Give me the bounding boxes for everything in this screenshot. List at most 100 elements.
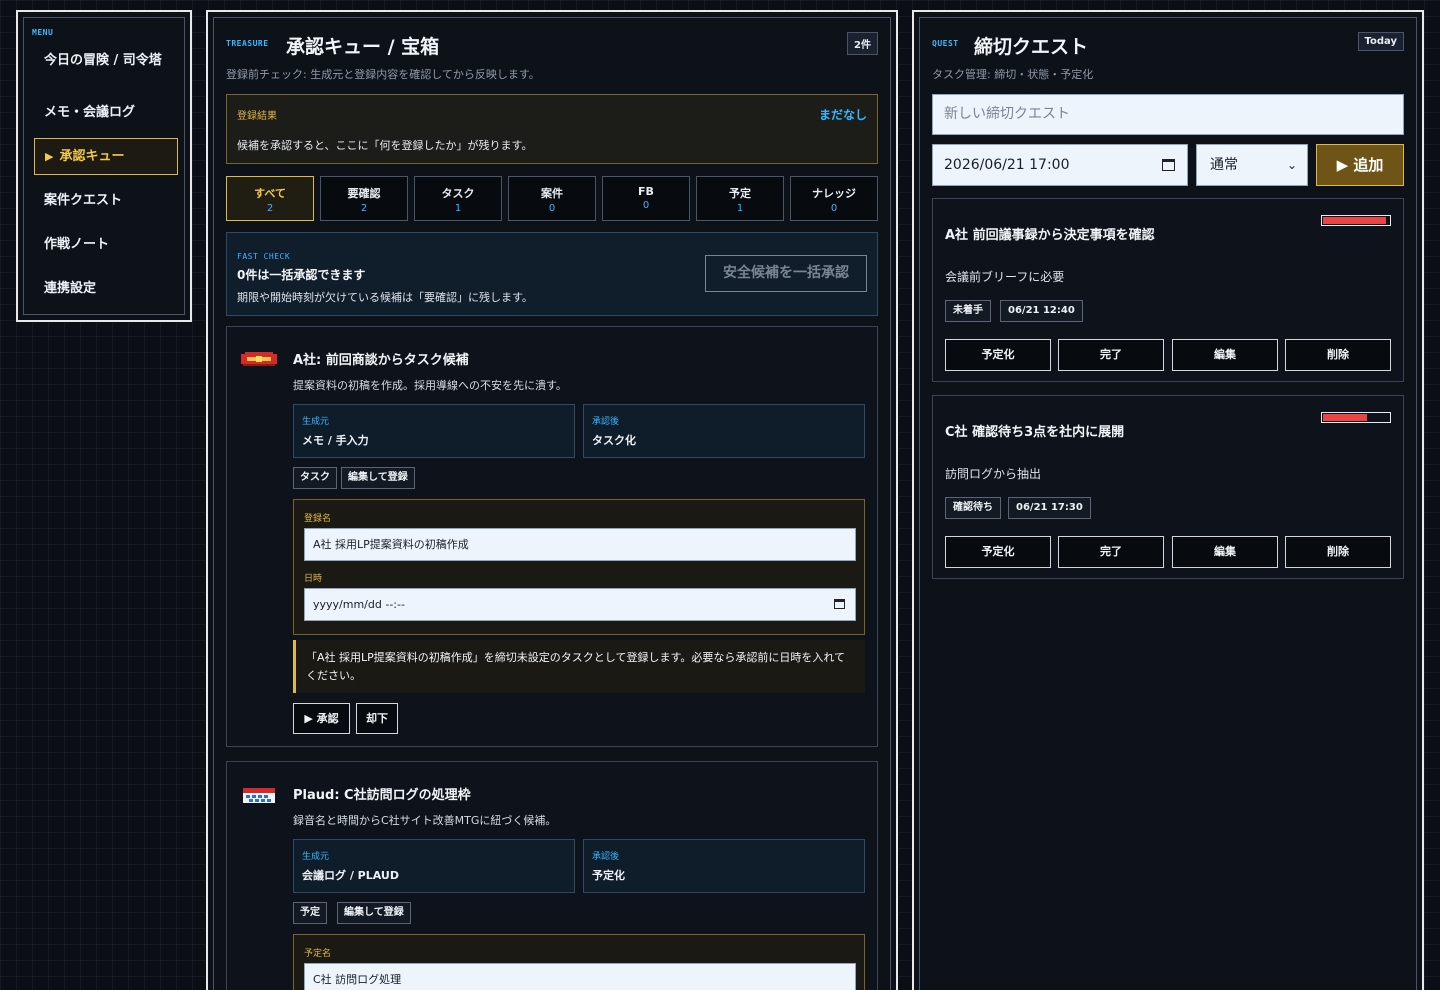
edit-register-chip[interactable]: 編集して登録: [341, 467, 415, 489]
sidebar-item-notes[interactable]: 作戦ノート: [34, 237, 178, 253]
delete-button[interactable]: 削除: [1285, 339, 1391, 371]
calendar-icon[interactable]: [1162, 159, 1175, 171]
urgency-fill: [1323, 414, 1368, 421]
card-title: A社: 前回商談からタスク候補: [293, 353, 469, 368]
tab-label: 予定: [729, 187, 751, 200]
sidebar-item-label: 承認キュー: [59, 148, 125, 164]
after-approval-box: 承認後 予定化: [583, 839, 865, 893]
delete-button[interactable]: 削除: [1285, 536, 1391, 568]
result-state: まだなし: [818, 108, 867, 122]
tab-task[interactable]: タスク 1: [414, 176, 502, 221]
priority-select[interactable]: 通常 ⌄: [1196, 144, 1308, 186]
tab-schedule[interactable]: 予定 1: [696, 176, 784, 221]
tab-project[interactable]: 案件 0: [508, 176, 596, 221]
due-badge: 06/21 12:40: [1000, 300, 1083, 322]
sidebar-item-memo[interactable]: メモ・会議ログ: [34, 105, 178, 121]
sidebar-item-projects[interactable]: 案件クエスト: [34, 193, 178, 209]
tab-label: 要確認: [347, 187, 381, 200]
edit-button[interactable]: 編集: [1172, 536, 1278, 568]
calendar-icon[interactable]: [834, 599, 845, 609]
sidebar-item-today[interactable]: 今日の冒険 / 司令塔: [34, 53, 178, 69]
chevron-down-icon: ⌄: [1286, 158, 1297, 172]
source-value: メモ / 手入力: [302, 434, 369, 447]
status-badge: 確認待ち: [945, 497, 1001, 519]
count-badge: 2件: [847, 32, 878, 55]
card-description: 録音名と時間からC社サイト改善MTGに紐づく候補。: [293, 814, 557, 827]
tab-count: 2: [266, 203, 274, 214]
complete-button[interactable]: 完了: [1058, 339, 1164, 371]
fast-check-description: 期限や開始時刻が欠けている候補は「要確認」に残します。: [237, 291, 533, 304]
due-badge: 06/21 17:30: [1008, 497, 1091, 519]
priority-value: 通常: [1210, 157, 1238, 173]
quest-card: A社 前回議事録から決定事項を確認 会議前ブリーフに必要 未着手 06/21 1…: [932, 198, 1404, 382]
name-label: 登録名: [304, 514, 332, 524]
register-note: 「A社 採用LP提案資料の初稿作成」を締切未設定のタスクとして登録します。必要な…: [293, 640, 865, 693]
menu-label: MENU: [32, 28, 54, 37]
tab-count: 2: [360, 203, 368, 214]
quest-card-title: A社 前回議事録から決定事項を確認: [945, 228, 1155, 243]
type-chip: タスク: [293, 467, 337, 489]
result-box: 登録結果 まだなし 候補を承認すると、ここに「何を登録したか」が残ります。: [226, 94, 878, 164]
tab-label: すべて: [254, 187, 286, 200]
datetime-input[interactable]: yyyy/mm/dd --:--: [304, 588, 856, 621]
tab-label: 案件: [541, 187, 563, 200]
fast-check-heading: 0件は一括承認できます: [237, 268, 366, 282]
urgency-bar: [1321, 412, 1391, 423]
after-label: 承認後: [592, 417, 620, 427]
tab-label: タスク: [441, 187, 475, 200]
register-name-input[interactable]: A社 採用LP提案資料の初稿作成: [304, 528, 856, 561]
calendar-chest-icon: [243, 788, 275, 803]
approve-button[interactable]: ▶ 承認: [293, 703, 350, 734]
fast-check-tag: FAST CHECK: [237, 252, 291, 261]
schedule-button[interactable]: 予定化: [945, 339, 1051, 371]
bulk-approve-button[interactable]: 安全候補を一括承認: [705, 255, 867, 292]
tab-count: 1: [736, 203, 744, 214]
quest-subtitle: タスク管理: 締切・状態・予定化: [932, 68, 1094, 81]
panel-subtitle: 登録前チェック: 生成元と登録内容を確認してから反映します。: [226, 68, 540, 81]
source-box: 生成元 会議ログ / PLAUD: [293, 839, 575, 893]
schedule-button[interactable]: 予定化: [945, 536, 1051, 568]
source-value: 会議ログ / PLAUD: [302, 869, 399, 882]
source-box: 生成元 メモ / 手入力: [293, 404, 575, 458]
urgency-bar: [1321, 215, 1391, 226]
tab-count: 1: [454, 203, 462, 214]
quest-title: 締切クエスト: [974, 36, 1089, 58]
edit-button[interactable]: 編集: [1172, 339, 1278, 371]
card-description: 提案資料の初稿を作成。採用導線への不安を先に潰す。: [293, 379, 567, 392]
tab-all[interactable]: すべて 2: [226, 176, 314, 221]
tab-fb[interactable]: FB 0: [602, 176, 690, 221]
quest-card-description: 会議前ブリーフに必要: [945, 270, 1065, 284]
add-quest-button[interactable]: ▶ 追加: [1316, 144, 1404, 186]
type-chip: 予定: [293, 902, 327, 924]
edit-box: 予定名 C社 訪問ログ処理: [293, 934, 865, 990]
sidebar-item-integrations[interactable]: 連携設定: [34, 281, 178, 297]
card-title: Plaud: C社訪問ログの処理枠: [293, 788, 471, 803]
candidate-card: A社: 前回商談からタスク候補 提案資料の初稿を作成。採用導線への不安を先に潰す…: [226, 326, 878, 747]
schedule-name-input[interactable]: C社 訪問ログ処理: [304, 963, 856, 990]
reject-button[interactable]: 却下: [356, 703, 398, 734]
panel-tag: QUEST: [932, 39, 959, 48]
new-quest-input[interactable]: 新しい締切クエスト: [932, 94, 1404, 135]
filter-tabs: すべて 2 要確認 2 タスク 1 案件 0 FB 0 予定 1 ナレッジ 0: [226, 176, 880, 222]
approval-queue-panel: TREASURE 承認キュー / 宝箱 2件 登録前チェック: 生成元と登録内容…: [206, 10, 898, 990]
sidebar-item-approval-queue[interactable]: ▶ 承認キュー: [34, 138, 178, 175]
tab-needs-review[interactable]: 要確認 2: [320, 176, 408, 221]
panel-tag: TREASURE: [226, 39, 269, 48]
treasure-chest-icon: [241, 352, 277, 366]
tab-knowledge[interactable]: ナレッジ 0: [790, 176, 878, 221]
tab-count: 0: [830, 203, 838, 214]
deadline-quest-panel: QUEST 締切クエスト Today タスク管理: 締切・状態・予定化 新しい締…: [912, 10, 1424, 990]
status-badge: 未着手: [945, 300, 991, 322]
complete-button[interactable]: 完了: [1058, 536, 1164, 568]
candidate-card: Plaud: C社訪問ログの処理枠 録音名と時間からC社サイト改善MTGに紐づく…: [226, 761, 878, 990]
urgency-fill: [1323, 217, 1386, 224]
edit-box: 登録名 A社 採用LP提案資料の初稿作成 日時 yyyy/mm/dd --:--: [293, 499, 865, 635]
today-badge: Today: [1357, 32, 1404, 51]
name-label: 予定名: [304, 949, 332, 959]
due-datetime-input[interactable]: 2026/06/21 17:00: [932, 144, 1188, 186]
source-label: 生成元: [302, 852, 330, 862]
after-value: タスク化: [592, 434, 636, 447]
after-value: 予定化: [592, 869, 625, 882]
after-label: 承認後: [592, 852, 620, 862]
edit-register-chip[interactable]: 編集して登録: [337, 902, 411, 924]
